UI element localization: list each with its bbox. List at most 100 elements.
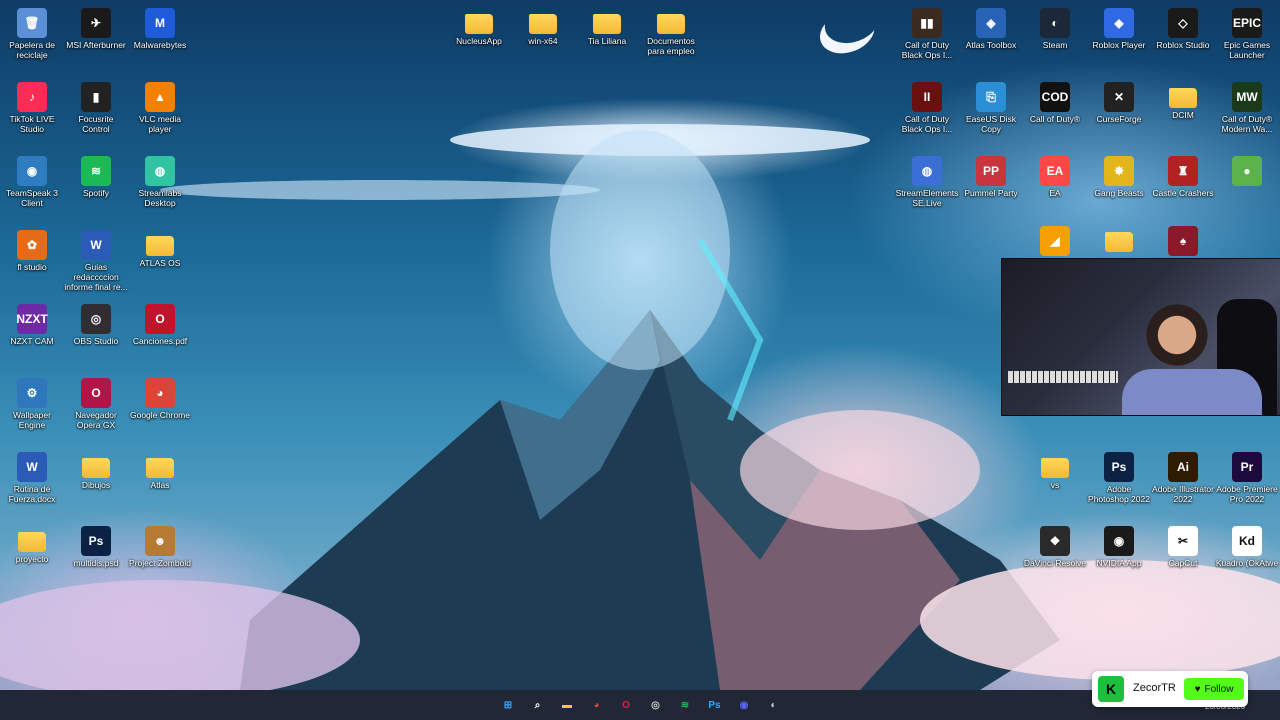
desktop-icon-label: Kuadro (OkAtwe (1215, 558, 1279, 568)
desktop-icon-atlas-os[interactable]: ATLAS OS (128, 226, 192, 268)
desktop-icon-rutina-de-fuerza-docx[interactable]: W Rutina de Fuerza.docx (0, 448, 64, 504)
obs-studio-icon: ◎ (81, 304, 111, 334)
desktop-icon-proyecto[interactable]: proyecto (0, 522, 64, 564)
multidis-psd-icon: Ps (81, 526, 111, 556)
photoshop-icon[interactable]: Ps (704, 695, 726, 715)
desktop-icon-tia-liliana[interactable]: Tia Liliana (575, 4, 639, 46)
desktop-icon-vlc-media-player[interactable]: ▲ VLC media player (128, 78, 192, 134)
desktop-icon-msi-afterburner[interactable]: ✈ MSI Afterburner (64, 4, 128, 50)
desktop-icon-atlas-toolbox[interactable]: ◈ Atlas Toolbox (959, 4, 1023, 50)
desktop-icon-label: NZXT CAM (10, 336, 54, 346)
desktop-icon-label: Gang Beasts (1094, 188, 1144, 198)
desktop-icon-call-of-duty-black-ops-i[interactable]: ▮▮ Call of Duty Black Ops I... (895, 4, 959, 60)
desktop-icon-adobe-photoshop-2022[interactable]: Ps Adobe Photoshop 2022 (1087, 448, 1151, 504)
desktop-icon-castle-crashers[interactable]: ♜ Castle Crashers (1151, 152, 1215, 198)
desktop-icon-roblox-studio[interactable]: ◇ Roblox Studio (1151, 4, 1215, 50)
desktop-icon-label: ATLAS OS (139, 258, 181, 268)
desktop-icon-call-of-duty[interactable]: COD Call of Duty® (1023, 78, 1087, 124)
desktop-icon-fl-studio[interactable]: ✿ fl studio (0, 226, 64, 272)
desktop-icon-label: win-x64 (528, 36, 558, 46)
desktop-icon-item-18[interactable]: ◢ (1023, 222, 1087, 258)
steam-icon[interactable]: ◐ (763, 695, 785, 715)
desktop-icon-curseforge[interactable]: ✕ CurseForge (1087, 78, 1151, 124)
chrome-icon[interactable]: ◕ (586, 695, 608, 715)
desktop-icon-davinci-resolve[interactable]: ❖ DaVinci Resolve (1023, 522, 1087, 568)
desktop-icon-nvidia-app[interactable]: ◉ NVIDIA App (1087, 522, 1151, 568)
desktop-icon-label: NVIDIA App (1096, 558, 1142, 568)
epic-games-launcher-icon: EPIC (1232, 8, 1262, 38)
desktop-icon-adobe-illustrator-2022[interactable]: Ai Adobe Illustrator 2022 (1151, 448, 1215, 504)
desktop-icon-spotify[interactable]: ≋ Spotify (64, 152, 128, 198)
desktop-icon-gang-beasts[interactable]: ✸ Gang Beasts (1087, 152, 1151, 198)
call-of-duty-icon: COD (1040, 82, 1070, 112)
desktop-icon-canciones-pdf[interactable]: O Canciones.pdf (128, 300, 192, 346)
discord-icon[interactable]: ◉ (733, 695, 755, 715)
desktop-icon-dibujos[interactable]: Dibujos (64, 448, 128, 490)
keyboard (1008, 371, 1118, 383)
desktop-icon-nucleusapp[interactable]: NucleusApp (447, 4, 511, 46)
desktop-icon-pummel-party[interactable]: PP Pummel Party (959, 152, 1023, 198)
desktop-icon-adobe-premiere-pro-2022[interactable]: Pr Adobe Premiere Pro 2022 (1215, 448, 1279, 504)
desktop-icon-call-of-duty-modern-wa[interactable]: MW Call of Duty® Modern Wa... (1215, 78, 1279, 134)
windows-start-icon[interactable]: ⊞ (497, 695, 519, 715)
app-icon: ● (1232, 156, 1262, 186)
spotify-icon[interactable]: ≋ (674, 695, 696, 715)
desktop-icon-label: Project Zomboid (129, 558, 191, 568)
desktop-icon-project-zomboid[interactable]: ☻ Project Zomboid (128, 522, 192, 568)
desktop-icon-win-x64[interactable]: win-x64 (511, 4, 575, 46)
obs-icon[interactable]: ◎ (645, 695, 667, 715)
desktop-icon-documentos-para-empleo[interactable]: Documentos para empleo (639, 4, 703, 56)
desktop-icon-easeus-disk-copy[interactable]: ⎘ EaseUS Disk Copy (959, 78, 1023, 134)
desktop-icon-item-19[interactable] (1087, 222, 1151, 254)
desktop-icon-label: vs (1050, 480, 1060, 490)
opera-gx-icon[interactable]: O (615, 695, 637, 715)
desktop-icon-steam[interactable]: ◐ Steam (1023, 4, 1087, 50)
gang-beasts-icon: ✸ (1104, 156, 1134, 186)
desktop-icon-dcim[interactable]: DCIM (1151, 78, 1215, 120)
desktop-icon-multidis-psd[interactable]: Ps multidis.psd (64, 522, 128, 568)
desktop-icon-label: Pummel Party (964, 188, 1018, 198)
desktop-icon-capcut[interactable]: ✂ CapCut (1151, 522, 1215, 568)
search-icon[interactable]: ⌕ (527, 695, 549, 715)
msi-afterburner-icon: ✈ (81, 8, 111, 38)
desktop-icon-focusrite-control[interactable]: ▮ Focusrite Control (64, 78, 128, 134)
desktop-icon-papelera-de-reciclaje[interactable]: 🗑 Papelera de reciclaje (0, 4, 64, 60)
desktop-icon-ea[interactable]: EA EA (1023, 152, 1087, 198)
desktop-icon-guias-redaccccion-informe-final-re[interactable]: W Guias redaccccion informe final re... (64, 226, 128, 292)
desktop-icon-teamspeak-3-client[interactable]: ◉ TeamSpeak 3 Client (0, 152, 64, 208)
follow-label: Follow (1204, 683, 1234, 695)
capcut-icon: ✂ (1168, 526, 1198, 556)
desktop-icon-kuadro-okatwe[interactable]: Kd Kuadro (OkAtwe (1215, 522, 1279, 568)
desktop-icon-google-chrome[interactable]: ◕ Google Chrome (128, 374, 192, 420)
desktop-icon-item-17[interactable]: ● (1215, 152, 1279, 188)
file-explorer-icon[interactable]: ▬ (556, 695, 578, 715)
desktop-icon-obs-studio[interactable]: ◎ OBS Studio (64, 300, 128, 346)
desktop-icon-malwarebytes[interactable]: M Malwarebytes (128, 4, 192, 50)
desktop-icon-label: Papelera de reciclaje (9, 40, 55, 60)
follow-button[interactable]: ♥ Follow (1184, 678, 1244, 700)
folder-icon (146, 458, 174, 478)
desktop-icon-nzxt-cam[interactable]: NZXT NZXT CAM (0, 300, 64, 346)
webcam-overlay (1001, 258, 1280, 416)
vlc-media-player-icon: ▲ (145, 82, 175, 112)
desktop-icon-wallpaper-engine[interactable]: ⚙ Wallpaper Engine (0, 374, 64, 430)
wallpaper-engine-icon: ⚙ (17, 378, 47, 408)
desktop-icon-roblox-player[interactable]: ◆ Roblox Player (1087, 4, 1151, 50)
desktop-icon-navegador-opera-gx[interactable]: O Navegador Opera GX (64, 374, 128, 430)
desktop-icon-atlas[interactable]: Atlas (128, 448, 192, 490)
desktop-icon-label: Google Chrome (129, 410, 190, 420)
desktop-icon-epic-games-launcher[interactable]: EPIC Epic Games Launcher (1215, 4, 1279, 60)
atlas-toolbox-icon: ◈ (976, 8, 1006, 38)
desktop-icon-streamelements-se-live[interactable]: ◍ StreamElements SE.Live (895, 152, 959, 208)
castle-crashers-icon: ♜ (1168, 156, 1198, 186)
desktop-icon-label: Call of Duty Black Ops I... (901, 40, 953, 60)
desktop-icon-item-20[interactable]: ♠ (1151, 222, 1215, 258)
papelera-de-reciclaje-icon: 🗑 (17, 8, 47, 38)
desktop-icon-label: multidis.psd (73, 558, 119, 568)
desktop-icon-streamlabs-desktop[interactable]: ◍ Streamlabs Desktop (128, 152, 192, 208)
desktop-icon-call-of-duty-black-ops-i[interactable]: II Call of Duty Black Ops I... (895, 78, 959, 134)
desktop-icon-tiktok-live-studio[interactable]: ♪ TikTok LIVE Studio (0, 78, 64, 134)
desktop-icon-label: TikTok LIVE Studio (9, 114, 55, 134)
desktop-icon-label: VLC media player (138, 114, 182, 134)
desktop-icon-vs[interactable]: vs (1023, 448, 1087, 490)
